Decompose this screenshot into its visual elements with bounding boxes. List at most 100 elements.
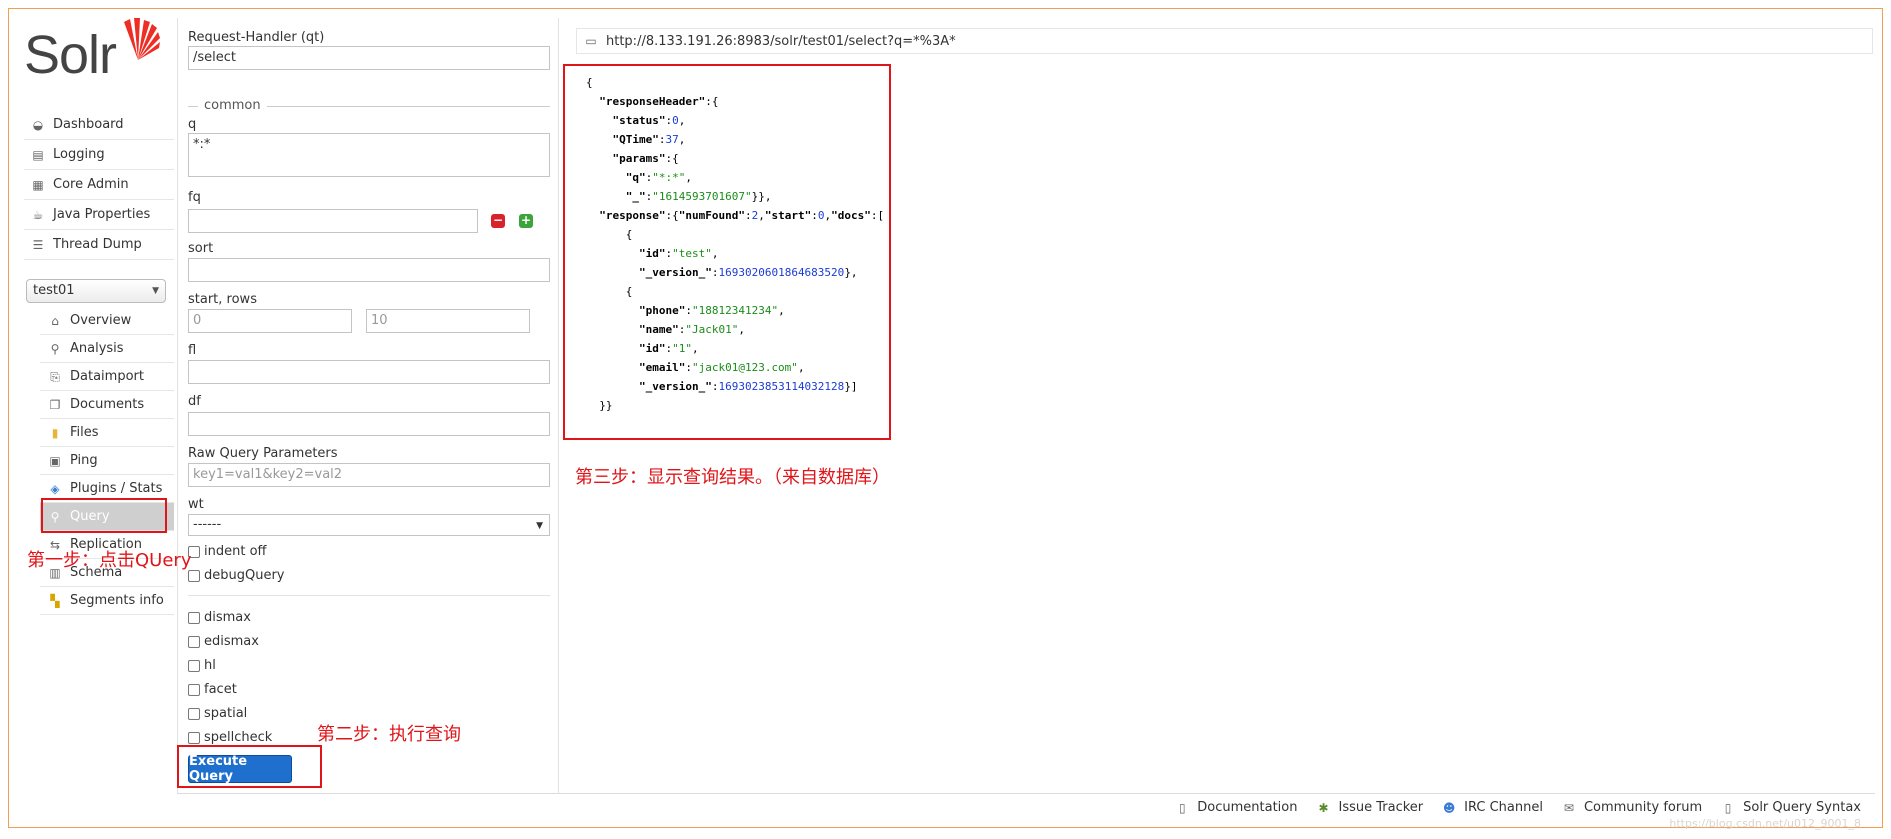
footer: ▯ Documentation ✱ Issue Tracker ☻ IRC Chann… bbox=[177, 793, 1875, 828]
mail-icon: ✉ bbox=[1563, 800, 1574, 815]
nav-segments-info[interactable]: ▚ Segments info bbox=[40, 587, 174, 615]
q-textarea[interactable]: *:* bbox=[188, 133, 550, 177]
result-highlight-box bbox=[563, 64, 891, 440]
nav-core-admin[interactable]: ▦ Core Admin bbox=[24, 170, 174, 200]
df-input[interactable] bbox=[188, 412, 550, 436]
plugins-icon: ◈ bbox=[50, 481, 60, 496]
dismax-checkbox[interactable]: dismax bbox=[188, 610, 251, 625]
rows-input[interactable]: 10 bbox=[366, 309, 530, 333]
nav-thread-dump[interactable]: ☰ Thread Dump bbox=[24, 230, 174, 260]
common-fieldset: common bbox=[188, 99, 550, 113]
sun-burst-icon bbox=[124, 18, 160, 60]
query-highlight-box bbox=[41, 498, 167, 533]
checkbox-box[interactable] bbox=[188, 611, 200, 624]
fq-label: fq bbox=[188, 190, 201, 205]
footer-links: ▯ Documentation ✱ Issue Tracker ☻ IRC Chann… bbox=[1174, 800, 1861, 815]
nav-label: Thread Dump bbox=[53, 237, 142, 252]
java-properties-icon: ☕ bbox=[32, 207, 44, 222]
nav-dashboard[interactable]: ◒ Dashboard bbox=[24, 110, 174, 140]
nav-documents[interactable]: ❐ Documents bbox=[40, 391, 174, 419]
dashboard-icon: ◒ bbox=[32, 117, 44, 132]
checkbox-box[interactable] bbox=[188, 659, 200, 672]
spellcheck-label: spellcheck bbox=[204, 730, 273, 745]
raw-params-input[interactable]: key1=val1&key2=val2 bbox=[188, 463, 550, 487]
logo-wordmark: Solr bbox=[24, 25, 117, 85]
nav-label: Logging bbox=[53, 147, 105, 162]
checkbox-box[interactable] bbox=[188, 635, 200, 648]
request-handler-input[interactable]: /select bbox=[188, 46, 550, 70]
footer-documentation-link[interactable]: ▯ Documentation bbox=[1174, 800, 1298, 815]
nav-dataimport[interactable]: ⎘ Dataimport bbox=[40, 363, 174, 391]
step3-annotation: 第三步：显示查询结果。（来自数据库） bbox=[575, 467, 890, 488]
request-url-bar[interactable]: ▭ http://8.133.191.26:8983/solr/test01/s… bbox=[576, 28, 1873, 54]
nav-logging[interactable]: ▤ Logging bbox=[24, 140, 174, 170]
analysis-icon: ⚲ bbox=[50, 341, 60, 356]
checkbox-box[interactable] bbox=[188, 731, 200, 744]
start-input[interactable]: 0 bbox=[188, 309, 352, 333]
spellcheck-checkbox[interactable]: spellcheck bbox=[188, 730, 272, 745]
debugquery-label: debugQuery bbox=[204, 568, 285, 583]
footer-link-label: IRC Channel bbox=[1464, 800, 1543, 815]
footer-link-label: Documentation bbox=[1197, 800, 1298, 815]
bug-icon: ✱ bbox=[1318, 800, 1329, 815]
nav-label: Documents bbox=[70, 397, 145, 412]
spatial-checkbox[interactable]: spatial bbox=[188, 706, 247, 721]
wt-select[interactable]: ------ ▼ bbox=[188, 514, 550, 536]
checkbox-box[interactable] bbox=[188, 707, 200, 720]
sort-input[interactable] bbox=[188, 258, 550, 282]
request-url: http://8.133.191.26:8983/solr/test01/sel… bbox=[606, 33, 956, 49]
footer-link-label: Solr Query Syntax bbox=[1743, 800, 1861, 815]
footer-link-label: Community forum bbox=[1583, 800, 1703, 815]
ping-icon: ▣ bbox=[49, 453, 61, 468]
footer-issue-tracker-link[interactable]: ✱ Issue Tracker bbox=[1315, 800, 1423, 815]
nav-label: Dataimport bbox=[70, 369, 144, 384]
segments-icon: ▚ bbox=[50, 593, 60, 608]
wt-label: wt bbox=[188, 497, 204, 512]
nav-label: Files bbox=[70, 425, 99, 440]
core-selector[interactable]: test01 ▼ bbox=[26, 279, 166, 303]
add-fq-button[interactable]: + bbox=[519, 214, 533, 228]
wt-value: ------ bbox=[193, 517, 222, 532]
link-icon: ▭ bbox=[585, 34, 597, 48]
nav-ping[interactable]: ▣ Ping bbox=[40, 447, 174, 475]
execute-highlight-box bbox=[177, 745, 322, 788]
core-selector-value: test01 bbox=[33, 283, 75, 298]
fl-label: fl bbox=[188, 343, 197, 358]
step2-annotation: 第二步：执行查询 bbox=[317, 724, 461, 745]
nav-label: Ping bbox=[70, 453, 98, 468]
nav-label: Segments info bbox=[70, 593, 164, 608]
nav-files[interactable]: ▮ Files bbox=[40, 419, 174, 447]
solr-logo[interactable]: Solr bbox=[24, 16, 164, 86]
checkbox-box[interactable] bbox=[188, 683, 200, 696]
hl-checkbox[interactable]: hl bbox=[188, 658, 216, 673]
raw-params-label: Raw Query Parameters bbox=[188, 446, 338, 461]
indent-checkbox[interactable]: indent off bbox=[188, 544, 266, 559]
df-label: df bbox=[188, 394, 201, 409]
documentation-icon: ▯ bbox=[1178, 800, 1186, 815]
fq-input[interactable] bbox=[188, 209, 478, 233]
fl-input[interactable] bbox=[188, 360, 550, 384]
facet-checkbox[interactable]: facet bbox=[188, 682, 237, 697]
files-icon: ▮ bbox=[51, 425, 59, 440]
step1-annotation: 第一步：点击QUery bbox=[27, 550, 192, 571]
irc-icon: ☻ bbox=[1442, 800, 1456, 815]
watermark: https://blog.csdn.net/u012_9001_8 bbox=[1669, 817, 1861, 830]
core-admin-icon: ▦ bbox=[32, 177, 44, 192]
nav-label: Overview bbox=[70, 313, 132, 328]
footer-query-syntax-link[interactable]: ▯ Solr Query Syntax bbox=[1720, 800, 1861, 815]
footer-community-forum-link[interactable]: ✉ Community forum bbox=[1561, 800, 1702, 815]
hl-label: hl bbox=[204, 658, 216, 673]
debugquery-checkbox[interactable]: debugQuery bbox=[188, 568, 285, 583]
dismax-label: dismax bbox=[204, 610, 251, 625]
footer-irc-channel-link[interactable]: ☻ IRC Channel bbox=[1441, 800, 1543, 815]
syntax-icon: ▯ bbox=[1724, 800, 1732, 815]
facet-label: facet bbox=[204, 682, 237, 697]
remove-fq-button[interactable]: − bbox=[491, 214, 505, 228]
overview-icon: ⌂ bbox=[51, 313, 59, 328]
nav-analysis[interactable]: ⚲ Analysis bbox=[40, 335, 174, 363]
nav-overview[interactable]: ⌂ Overview bbox=[40, 307, 174, 335]
nav-label: Analysis bbox=[70, 341, 124, 356]
spatial-label: spatial bbox=[204, 706, 248, 721]
edismax-checkbox[interactable]: edismax bbox=[188, 634, 259, 649]
nav-java-properties[interactable]: ☕ Java Properties bbox=[24, 200, 174, 230]
